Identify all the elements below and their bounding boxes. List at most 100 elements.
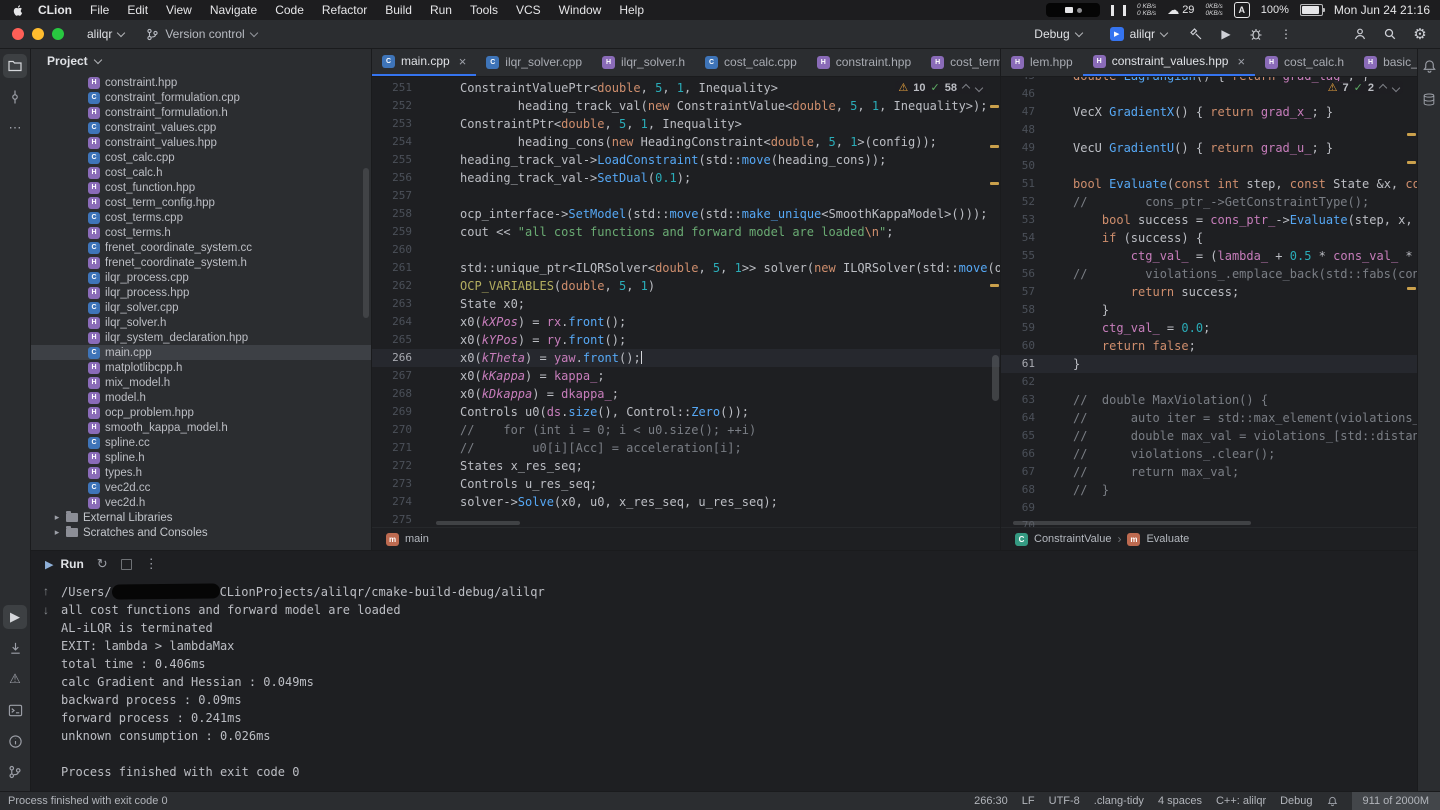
code-line-273[interactable]: 273Controls u_res_seq;: [372, 475, 1000, 493]
run-tab-icon[interactable]: ▶: [45, 558, 53, 571]
breadcrumb-item[interactable]: ConstraintValue: [1034, 533, 1111, 545]
code-line-265[interactable]: 265x0(kYPos) = ry.front();: [372, 331, 1000, 349]
code-line-270[interactable]: 270// for (int i = 0; i < u0.size(); ++i…: [372, 421, 1000, 439]
code-line-54[interactable]: 54 if (success) {: [1001, 229, 1417, 247]
screen-record-pill[interactable]: [1046, 3, 1100, 17]
scroll-down-icon[interactable]: ↓: [43, 603, 49, 617]
code-line-255[interactable]: 255heading_track_val->LoadConstraint(std…: [372, 151, 1000, 169]
tree-file-cost_term_config.hpp[interactable]: Hcost_term_config.hpp: [31, 195, 371, 210]
tree-file-main.cpp[interactable]: Cmain.cpp: [31, 345, 371, 360]
menu-refactor[interactable]: Refactor: [313, 3, 376, 17]
left-inspection-widget[interactable]: ⚠ 10 ✓ 58: [895, 81, 986, 94]
build-hammer-icon[interactable]: [1188, 26, 1204, 42]
next-problem-icon[interactable]: [975, 83, 983, 91]
terminal-icon[interactable]: [3, 698, 27, 722]
status-item-266-30[interactable]: 266:30: [974, 795, 1008, 807]
tree-file-ilqr_process.hpp[interactable]: Hilqr_process.hpp: [31, 285, 371, 300]
code-line-262[interactable]: 262OCP_VARIABLES(double, 5, 1): [372, 277, 1000, 295]
tab-main.cpp[interactable]: Cmain.cpp×: [372, 48, 476, 76]
menu-file[interactable]: File: [81, 3, 118, 17]
git-icon[interactable]: [3, 760, 27, 784]
code-line-47[interactable]: 47VecX GradientX() { return grad_x_; }: [1001, 103, 1417, 121]
code-line-258[interactable]: 258ocp_interface->SetModel(std::move(std…: [372, 205, 1000, 223]
tab-constraint_values.hpp[interactable]: Hconstraint_values.hpp×: [1083, 48, 1255, 76]
battery-icon[interactable]: [1300, 4, 1323, 16]
tree-file-constraint_formulation.cpp[interactable]: Cconstraint_formulation.cpp: [31, 90, 371, 105]
tree-file-vec2d.h[interactable]: Hvec2d.h: [31, 495, 371, 510]
status-item-c-alilqr[interactable]: C++: alilqr: [1216, 795, 1266, 807]
database-icon[interactable]: [1417, 87, 1440, 111]
code-line-64[interactable]: 64// auto iter = std::max_element(violat…: [1001, 409, 1417, 427]
status-item-debug[interactable]: Debug: [1280, 795, 1312, 807]
code-line-268[interactable]: 268x0(kDkappa) = dkappa_;: [372, 385, 1000, 403]
tree-file-cost_calc.cpp[interactable]: Ccost_calc.cpp: [31, 150, 371, 165]
zoom-window-button[interactable]: [52, 28, 64, 40]
close-window-button[interactable]: [12, 28, 24, 40]
code-line-260[interactable]: 260: [372, 241, 1000, 259]
code-line-58[interactable]: 58 }: [1001, 301, 1417, 319]
prev-problem-icon[interactable]: [1379, 83, 1387, 91]
tab-constraint.hpp[interactable]: Hconstraint.hpp: [807, 48, 921, 76]
vcs-widget[interactable]: Version control: [139, 24, 263, 44]
problems-icon[interactable]: ⚠: [3, 667, 27, 691]
code-line-266[interactable]: 266x0(kTheta) = yaw.front();: [372, 349, 1000, 367]
tab-ilqr_solver.h[interactable]: Hilqr_solver.h: [592, 48, 695, 76]
warning-stripe-mark[interactable]: [1407, 133, 1416, 136]
search-icon[interactable]: [1382, 26, 1398, 42]
run-panel-title[interactable]: Run: [60, 557, 83, 571]
code-line-259[interactable]: 259cout << "all cost functions and forwa…: [372, 223, 1000, 241]
status-item-lf[interactable]: LF: [1022, 795, 1035, 807]
commit-icon[interactable]: [3, 85, 27, 109]
tree-file-types.h[interactable]: Htypes.h: [31, 465, 371, 480]
menu-navigate[interactable]: Navigate: [201, 3, 266, 17]
tree-node-external-libraries[interactable]: ▸External Libraries: [31, 510, 371, 525]
code-line-66[interactable]: 66// violations_.clear();: [1001, 445, 1417, 463]
settings-gear-icon[interactable]: ⚙: [1412, 26, 1428, 42]
code-line-252[interactable]: 252 heading_track_val(new ConstraintValu…: [372, 97, 1000, 115]
run-console[interactable]: ↑ ↓ /Users/CLionProjects/alilqr/cmake-bu…: [31, 577, 1417, 792]
menu-edit[interactable]: Edit: [118, 3, 157, 17]
menu-window[interactable]: Window: [550, 3, 611, 17]
apple-icon[interactable]: [10, 3, 23, 18]
more-tools-icon[interactable]: ⋯: [3, 116, 27, 140]
close-tab-icon[interactable]: ×: [459, 54, 467, 69]
code-line-272[interactable]: 272States x_res_seq;: [372, 457, 1000, 475]
next-problem-icon[interactable]: [1392, 83, 1400, 91]
minimize-window-button[interactable]: [32, 28, 44, 40]
chevron-right-icon[interactable]: ▸: [53, 527, 61, 538]
status-bell-icon[interactable]: [1327, 796, 1338, 807]
tree-file-matplotlibcpp.h[interactable]: Hmatplotlibcpp.h: [31, 360, 371, 375]
right-inspection-widget[interactable]: ⚠ 7 ✓ 2: [1325, 81, 1403, 94]
code-line-264[interactable]: 264x0(kXPos) = rx.front();: [372, 313, 1000, 331]
status-item--clang-tidy[interactable]: .clang-tidy: [1094, 795, 1144, 807]
code-line-256[interactable]: 256heading_track_val->SetDual(0.1);: [372, 169, 1000, 187]
warning-stripe-mark[interactable]: [990, 182, 999, 185]
run-play-icon[interactable]: ▶: [1218, 26, 1234, 42]
tree-file-frenet_coordinate_system.h[interactable]: Hfrenet_coordinate_system.h: [31, 255, 371, 270]
audio-bars-icon[interactable]: [1111, 5, 1126, 16]
code-line-65[interactable]: 65// double max_val = violations_[std::d…: [1001, 427, 1417, 445]
arrow-down-icon[interactable]: [3, 636, 27, 660]
code-line-68[interactable]: 68// }: [1001, 481, 1417, 499]
code-line-271[interactable]: 271// u0[i][Acc] = acceleration[i];: [372, 439, 1000, 457]
code-line-59[interactable]: 59 ctg_val_ = 0.0;: [1001, 319, 1417, 337]
project-switcher[interactable]: alilqr: [80, 24, 131, 44]
notifications-icon[interactable]: [1417, 54, 1440, 78]
tree-node-scratches-and-consoles[interactable]: ▸Scratches and Consoles: [31, 525, 371, 540]
project-folder-icon[interactable]: [3, 54, 27, 78]
vertical-scrollbar[interactable]: [992, 355, 999, 401]
code-line-63[interactable]: 63// double MaxViolation() {: [1001, 391, 1417, 409]
code-line-257[interactable]: 257: [372, 187, 1000, 205]
code-line-267[interactable]: 267x0(kKappa) = kappa_;: [372, 367, 1000, 385]
code-line-274[interactable]: 274solver->Solve(x0, u0, x_res_seq, u_re…: [372, 493, 1000, 511]
tab-cost_terms.h[interactable]: Hcost_terms.h: [921, 48, 1000, 76]
code-line-56[interactable]: 56// violations_.emplace_back(std::fabs(…: [1001, 265, 1417, 283]
code-line-55[interactable]: 55 ctg_val_ = (lambda_ + 0.5 * cons_val_…: [1001, 247, 1417, 265]
menu-help[interactable]: Help: [610, 3, 653, 17]
status-item-4-spaces[interactable]: 4 spaces: [1158, 795, 1202, 807]
tree-file-constraint_values.cpp[interactable]: Cconstraint_values.cpp: [31, 120, 371, 135]
right-editor[interactable]: 45double Lagrangian() { return grad_lag_…: [1001, 77, 1417, 527]
tree-file-smooth_kappa_model.h[interactable]: Hsmooth_kappa_model.h: [31, 420, 371, 435]
tree-file-ilqr_system_declaration.hpp[interactable]: Hilqr_system_declaration.hpp: [31, 330, 371, 345]
tree-file-ilqr_process.cpp[interactable]: Cilqr_process.cpp: [31, 270, 371, 285]
